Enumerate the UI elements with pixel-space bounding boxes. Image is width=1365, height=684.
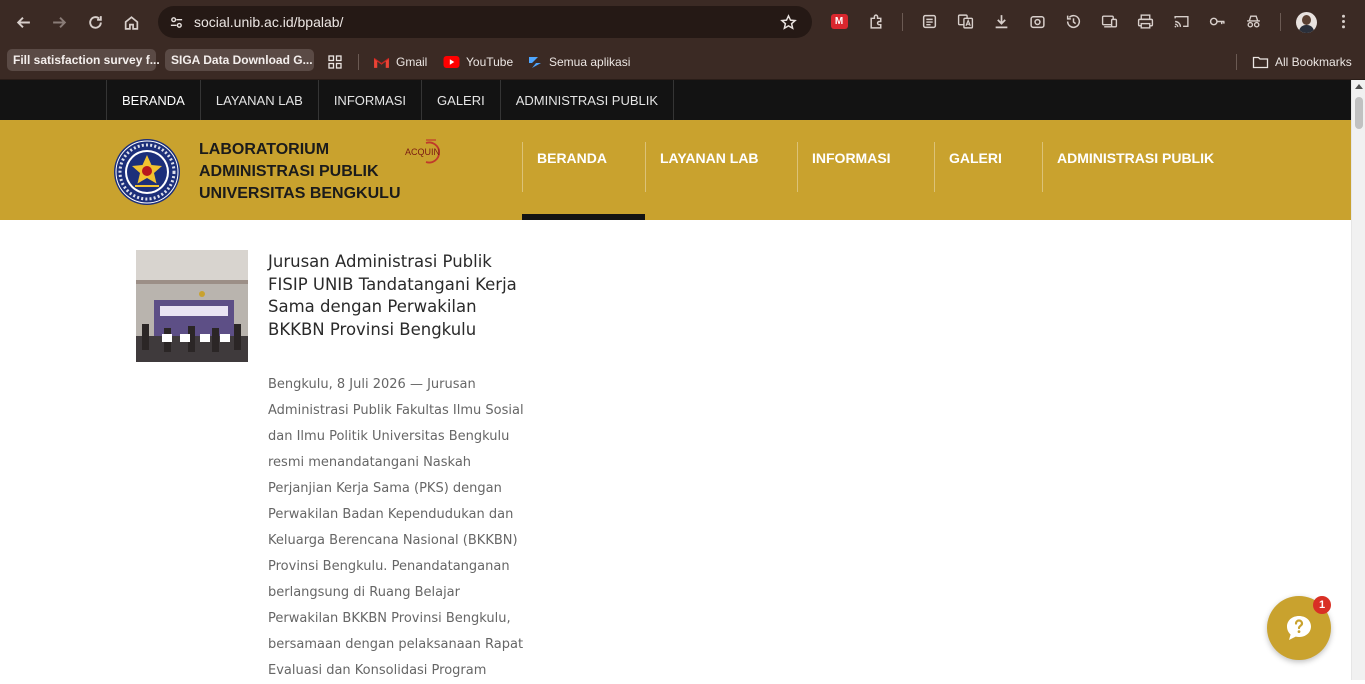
site-header: LABORATORIUM ADMINISTRASI PUBLIK UNIVERS… [0,120,1351,220]
site-brand[interactable]: LABORATORIUM ADMINISTRASI PUBLIK UNIVERS… [199,139,401,205]
bookmark-gmail[interactable]: Gmail [373,52,427,72]
acquin-label: ACQUIN [405,147,441,157]
page-scrollbar[interactable] [1351,80,1365,680]
article-line: Keluarga Berencana Nasional (BKKBN) [268,533,518,548]
download-icon[interactable] [991,11,1011,31]
topnav-item-informasi[interactable]: INFORMASI [319,80,423,120]
article-line: berlangsung di Ruang Belajar [268,585,460,600]
toolbar-divider [902,13,903,31]
bookmark-youtube-label: YouTube [466,55,514,69]
scroll-thumb[interactable] [1355,97,1363,129]
extension-mega-icon[interactable]: M [829,11,849,31]
topnav-item-layanan-lab[interactable]: LAYANAN LAB [201,80,319,120]
bookmark-divider [358,54,359,70]
article-thumbnail[interactable] [136,250,248,362]
article-line: Provinsi Bengkulu. Penandatanganan [268,559,510,574]
article-line: bersamaan dengan pelaksanaan Rapat [268,637,524,652]
kebab-menu-icon[interactable] [1333,11,1353,31]
article-excerpt: Bengkulu, 8 Juli 2026 — Jurusan Administ… [268,372,538,684]
mainnav-item-administrasi-publik[interactable]: ADMINISTRASI PUBLIK [1042,142,1232,192]
all-bookmarks-button[interactable]: All Bookmarks [1252,52,1352,72]
top-navigation: BERANDA LAYANAN LAB INFORMASI GALERI ADM… [0,80,1351,120]
article-line: dan Ilmu Politik Universitas Bengkulu [268,429,510,444]
password-key-icon[interactable] [1207,11,1227,31]
mainnav-item-galeri[interactable]: GALERI [934,142,1042,192]
brand-line-2: ADMINISTRASI PUBLIK [199,163,379,180]
article-line: Administrasi Publik Fakultas Ilmu Sosial [268,403,524,418]
cast-icon[interactable] [1171,11,1191,31]
screenshot-icon[interactable] [1027,11,1047,31]
main-content: Jurusan Administrasi Publik FISIP UNIB T… [0,220,1351,680]
reload-icon[interactable] [82,9,108,35]
profile-avatar[interactable] [1296,12,1317,33]
bookmark-siga[interactable]: SIGA Data Download G... [165,49,314,71]
article-line: Perwakilan Badan Kependudukan dan [268,507,514,522]
reading-mode-icon[interactable] [919,11,939,31]
article-line: Evaluasi dan Konsolidasi Program [268,663,487,678]
brand-line-1: LABORATORIUM [199,141,330,158]
back-arrow-icon[interactable] [10,9,36,35]
site-info-icon[interactable] [166,12,186,32]
youtube-icon [443,56,460,68]
bookmark-semua-aplikasi-label: Semua aplikasi [549,55,631,69]
semua-aplikasi-icon [529,57,541,68]
topnav-item-galeri[interactable]: GALERI [422,80,501,120]
article-line: Bengkulu, 8 Juli 2026 — Jurusan [268,377,476,392]
apps-grid-icon[interactable] [327,52,343,72]
mainnav-item-layanan-lab[interactable]: LAYANAN LAB [645,142,797,192]
incognito-spy-icon[interactable] [1243,11,1263,31]
folder-icon [1252,56,1269,69]
question-chat-icon [1287,616,1311,640]
translate-icon[interactable] [955,11,975,31]
all-bookmarks-label: All Bookmarks [1275,55,1352,69]
university-seal-logo[interactable] [113,138,181,206]
notification-badge: 1 [1313,596,1331,614]
main-navigation: BERANDA LAYANAN LAB INFORMASI GALERI ADM… [522,142,1232,192]
mainnav-item-informasi[interactable]: INFORMASI [797,142,934,192]
toolbar-divider [1280,13,1281,31]
bookmarks-bar: Fill satisfaction survey f... SIGA Data … [0,44,1365,80]
bookmark-semua-aplikasi[interactable]: Semua aplikasi [527,52,630,72]
article-line: resmi menandatangani Naskah [268,455,472,470]
topnav-item-administrasi-publik[interactable]: ADMINISTRASI PUBLIK [501,80,675,120]
home-icon[interactable] [118,9,144,35]
bookmark-star-icon[interactable] [778,12,798,32]
browser-toolbar: social.unib.ac.id/bpalab/ M [0,0,1365,44]
gmail-icon [373,57,390,68]
print-icon[interactable] [1135,11,1155,31]
mainnav-item-beranda[interactable]: BERANDA [522,142,645,192]
acquin-logo: ACQUIN [404,137,450,165]
bookmark-survey[interactable]: Fill satisfaction survey f... [7,49,160,71]
article-title[interactable]: Jurusan Administrasi Publik FISIP UNIB T… [268,251,530,341]
brand-line-3: UNIVERSITAS BENGKULU [199,185,401,202]
url-text[interactable]: social.unib.ac.id/bpalab/ [194,14,343,30]
history-icon[interactable] [1063,11,1083,31]
devices-icon[interactable] [1099,11,1119,31]
forward-arrow-icon[interactable] [46,9,72,35]
bookmark-youtube[interactable]: YouTube [443,52,513,72]
bookmark-gmail-label: Gmail [396,55,428,69]
address-bar[interactable]: social.unib.ac.id/bpalab/ [158,6,812,38]
extensions-puzzle-icon[interactable] [866,11,886,31]
scroll-up-arrow-icon[interactable] [1355,84,1363,89]
topnav-item-beranda[interactable]: BERANDA [107,80,201,120]
avatar-body [1299,25,1314,33]
avatar-face [1302,15,1311,25]
bookmark-divider [1236,54,1237,70]
article-line: Perjanjian Kerja Sama (PKS) dengan [268,481,502,496]
article-line: Perwakilan BKKBN Provinsi Bengkulu, [268,611,511,626]
